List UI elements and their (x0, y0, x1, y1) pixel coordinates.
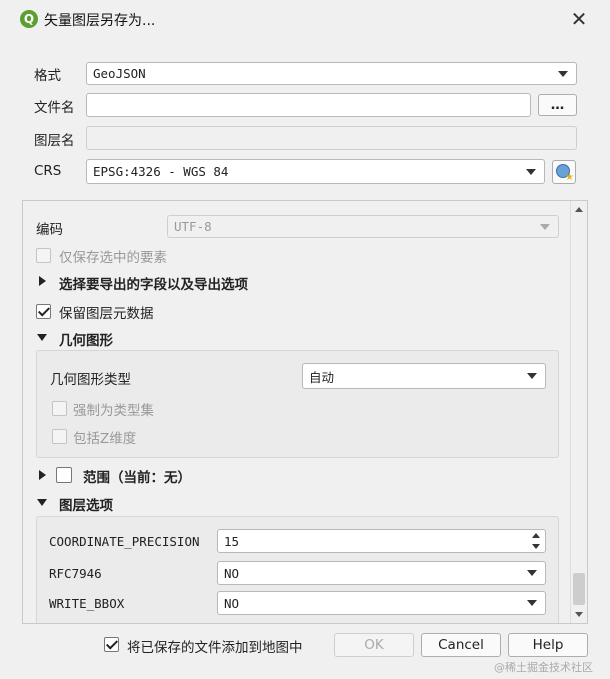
keep-metadata-checkbox[interactable] (36, 304, 51, 319)
expand-arrow-icon[interactable] (39, 276, 46, 286)
close-icon[interactable]: ✕ (566, 6, 592, 32)
chevron-down-icon (527, 373, 537, 379)
geometry-section-header[interactable]: 几何图形 (59, 329, 113, 349)
scroll-down-icon[interactable] (575, 612, 583, 617)
force-multi-checkbox[interactable] (52, 401, 67, 416)
collapse-arrow-icon[interactable] (37, 334, 47, 341)
coord-precision-spinbox[interactable]: 15 (217, 529, 546, 553)
window-title: 矢量图层另存为... (44, 13, 156, 29)
extent-checkbox[interactable] (56, 467, 72, 483)
coord-precision-value: 15 (224, 533, 240, 549)
encoding-label: 编码 (36, 222, 63, 238)
star-badge-icon: ★ (565, 172, 574, 183)
chevron-down-icon (527, 600, 537, 606)
write-bbox-label: WRITE_BBOX (49, 596, 125, 611)
chevron-down-icon (558, 70, 568, 77)
help-button[interactable]: Help (508, 633, 588, 657)
include-z-checkbox[interactable] (52, 429, 67, 444)
extent-section-header[interactable]: 范围（当前：无） (83, 466, 191, 486)
geometry-type-select[interactable]: 自动 (302, 363, 546, 389)
write-bbox-value: NO (224, 595, 240, 611)
rfc7946-select[interactable]: NO (217, 561, 546, 585)
rfc7946-label: RFC7946 (49, 566, 102, 581)
layer-options-header[interactable]: 图层选项 (59, 494, 113, 514)
layername-label: 图层名 (34, 133, 75, 149)
format-value: GeoJSON (93, 66, 146, 81)
include-z-label: 包括Z维度 (73, 431, 137, 447)
layername-input[interactable] (86, 126, 577, 150)
crs-globe-icon[interactable]: ★ (552, 160, 576, 184)
collapse-arrow-icon[interactable] (37, 499, 47, 506)
browse-button[interactable]: … (538, 94, 577, 116)
selected-only-checkbox[interactable] (36, 248, 51, 263)
encoding-value: UTF-8 (174, 219, 212, 234)
coord-precision-label: COORDINATE_PRECISION (49, 534, 200, 549)
options-scroll-area[interactable]: 编码 UTF-8 仅保存选中的要素 选择要导出的字段以及导出选项 保留图层元数据… (22, 200, 588, 624)
qgis-logo-icon: Q (20, 10, 38, 28)
crs-select[interactable]: EPSG:4326 - WGS 84 (86, 159, 545, 184)
keep-metadata-label: 保留图层元数据 (59, 306, 154, 322)
force-multi-label: 强制为类型集 (73, 403, 154, 419)
write-bbox-select[interactable]: NO (217, 591, 546, 615)
format-label: 格式 (34, 68, 61, 84)
ok-button[interactable]: OK (334, 633, 414, 657)
crs-value: EPSG:4326 - WGS 84 (93, 164, 229, 179)
spin-up-icon[interactable] (532, 533, 540, 538)
title-bar: Q 矢量图层另存为... ✕ (0, 0, 610, 38)
filename-label: 文件名 (34, 100, 75, 116)
crs-label: CRS (34, 163, 62, 179)
chevron-down-icon (540, 223, 550, 230)
geometry-group: 几何图形类型 自动 强制为类型集 包括Z维度 (36, 350, 559, 458)
watermark: @稀土掘金技术社区 (494, 661, 593, 674)
chevron-down-icon (526, 168, 536, 175)
scrollbar-thumb[interactable] (573, 573, 585, 605)
geometry-type-label: 几何图形类型 (50, 372, 131, 388)
cancel-button[interactable]: Cancel (421, 633, 501, 657)
selected-only-label: 仅保存选中的要素 (59, 250, 167, 266)
scroll-up-icon[interactable] (575, 207, 583, 212)
chevron-down-icon (527, 570, 537, 576)
expand-arrow-icon[interactable] (39, 470, 46, 480)
format-select[interactable]: GeoJSON (86, 62, 577, 85)
filename-input[interactable] (86, 93, 531, 117)
add-to-map-checkbox[interactable] (104, 637, 119, 652)
add-to-map-label: 将已保存的文件添加到地图中 (127, 640, 303, 656)
vertical-scrollbar[interactable] (570, 201, 587, 623)
layer-options-group: COORDINATE_PRECISION 15 RFC7946 NO WRITE… (36, 516, 559, 623)
fields-section-header[interactable]: 选择要导出的字段以及导出选项 (59, 273, 248, 293)
rfc7946-value: NO (224, 565, 240, 581)
encoding-select[interactable]: UTF-8 (167, 215, 559, 238)
spin-down-icon[interactable] (532, 544, 540, 549)
geometry-type-value: 自动 (309, 369, 335, 385)
